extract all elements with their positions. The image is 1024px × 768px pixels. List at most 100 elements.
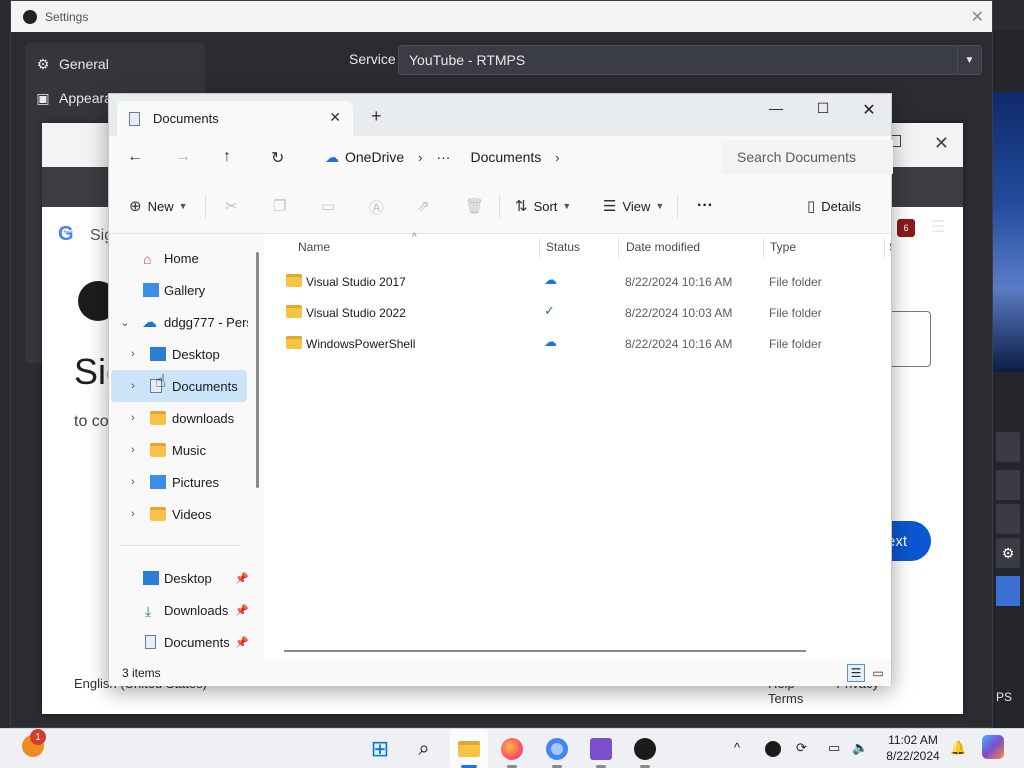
nav-videos[interactable]: › Videos (109, 498, 259, 530)
maximize-button[interactable]: ☐ (800, 100, 846, 117)
folder-icon (150, 443, 166, 457)
chevron-right-icon[interactable]: › (126, 380, 140, 392)
nav-home[interactable]: ⌂ Home (109, 242, 259, 274)
column-name[interactable]: Name (298, 240, 330, 254)
table-row[interactable]: Visual Studio 2017 ☁ 8/22/2024 10:16 AM … (274, 266, 884, 296)
breadcrumb[interactable]: ☁ OneDrive › ··· Documents › (311, 140, 713, 174)
chevron-right-icon[interactable]: › (126, 348, 140, 360)
tiles-view-icon[interactable]: ▭ (869, 664, 887, 682)
folder-icon (286, 305, 302, 318)
nav-downloads-folder[interactable]: › downloads (109, 402, 259, 434)
cut-button[interactable]: ✂ (225, 197, 244, 215)
forward-icon[interactable]: → (175, 148, 191, 166)
obs-settings-button[interactable]: ⚙ (996, 538, 1020, 568)
item-count: 3 items (122, 666, 161, 680)
breadcrumb-onedrive[interactable]: OneDrive (345, 149, 404, 165)
details-view-icon[interactable]: ☰ (847, 664, 865, 682)
view-button[interactable]: ☰ View ▼ (603, 197, 664, 215)
column-status[interactable]: Status (546, 240, 580, 254)
search-input[interactable]: Search Documents (721, 140, 893, 174)
chevron-right-icon[interactable]: › (126, 444, 140, 456)
table-row[interactable]: WindowsPowerShell ☁ 8/22/2024 10:16 AM F… (274, 328, 884, 358)
sync-icon[interactable]: ⟳ (796, 740, 807, 756)
settings-nav-general[interactable]: ⚙ General (35, 49, 109, 79)
settings-close-button[interactable]: ✕ (971, 7, 984, 27)
obs-taskbar-icon[interactable] (631, 735, 659, 763)
nav-pictures[interactable]: › Pictures (109, 466, 259, 498)
share-button[interactable]: ⇗ (417, 197, 436, 215)
table-row[interactable]: Visual Studio 2022 ✓ 8/22/2024 10:03 AM … (274, 297, 884, 327)
network-icon[interactable]: ▭ (828, 740, 840, 756)
details-button[interactable]: ▯ Details (807, 197, 861, 215)
column-type[interactable]: Type (770, 240, 796, 254)
breadcrumb-documents[interactable]: Documents (470, 149, 541, 165)
terms-link[interactable]: Terms (768, 691, 803, 706)
new-tab-button[interactable]: + (371, 106, 382, 127)
nav-onedrive[interactable]: ⌄ ☁ ddgg777 - Perso (109, 306, 259, 338)
close-button[interactable]: ✕ (846, 100, 892, 120)
nav-music[interactable]: › Music (109, 434, 259, 466)
extension-icon[interactable]: 6 (897, 219, 915, 237)
start-windows-icon[interactable]: ⊞ (366, 735, 394, 763)
obs-dock-button[interactable] (996, 432, 1020, 462)
clock[interactable]: 11:02 AM 8/22/2024 (884, 732, 942, 764)
column-size[interactable]: S (889, 240, 891, 254)
folder-icon (458, 741, 480, 757)
browser-close-button[interactable]: ✕ (934, 133, 949, 154)
quick-access-desktop[interactable]: Desktop 📌 (109, 562, 259, 594)
scissors-icon: ✂ (225, 198, 238, 215)
nav-desktop[interactable]: › Desktop (109, 338, 259, 370)
back-icon[interactable]: ← (127, 148, 143, 166)
column-divider[interactable] (763, 238, 764, 258)
divider (499, 196, 500, 218)
chevron-right-icon[interactable]: › (418, 150, 422, 165)
chevron-right-icon[interactable]: › (126, 412, 140, 424)
obs-tray-icon[interactable] (765, 741, 781, 757)
onedrive-icon: ☁ (142, 314, 157, 331)
extension-badge: 6 (903, 223, 909, 233)
more-options-button[interactable]: ··· (697, 197, 713, 215)
chevron-right-icon[interactable]: › (126, 476, 140, 488)
minimize-button[interactable]: — (753, 100, 799, 116)
search-icon[interactable]: ⌕ (410, 735, 438, 763)
up-icon[interactable]: ↑ (223, 148, 231, 166)
close-icon[interactable]: ✕ (329, 109, 341, 126)
paste-button[interactable]: ▭ (321, 197, 341, 215)
obs-active-dock-button[interactable] (996, 576, 1020, 606)
file-explorer-taskbar-icon[interactable] (455, 735, 483, 763)
service-select[interactable]: YouTube - RTMPS ▼ (398, 45, 982, 75)
chevron-right-icon[interactable]: › (555, 150, 559, 165)
chrome-taskbar-icon[interactable] (543, 735, 571, 763)
chevron-down-icon[interactable]: ⌄ (118, 316, 132, 329)
volume-icon[interactable]: 🔈 (852, 740, 868, 756)
column-date-modified[interactable]: Date modified (626, 240, 700, 254)
chevron-up-icon[interactable]: ^ (734, 740, 740, 755)
new-button[interactable]: ⊕ New ▼ (129, 197, 188, 215)
onedrive-icon: ☁ (325, 148, 339, 165)
column-divider[interactable] (539, 238, 540, 258)
rename-icon: Ⓐ (369, 200, 385, 217)
column-divider[interactable] (618, 238, 619, 258)
quick-access-downloads[interactable]: ⤓ Downloads 📌 (109, 594, 259, 626)
breadcrumb-ellipsis[interactable]: ··· (436, 149, 450, 165)
nav-documents[interactable]: › Documents (111, 370, 247, 402)
tab-documents[interactable]: Documents ✕ (117, 101, 353, 136)
sort-button[interactable]: ⇅ Sort ▼ (515, 197, 571, 215)
chevron-right-icon[interactable]: › (126, 508, 140, 520)
menu-icon[interactable]: ☰ (931, 220, 945, 236)
firefox-taskbar-icon[interactable] (498, 735, 526, 763)
nav-scrollbar[interactable] (256, 252, 259, 488)
obs-dock-button[interactable] (996, 470, 1020, 500)
column-divider[interactable] (884, 238, 885, 258)
rename-button[interactable]: Ⓐ (369, 197, 390, 218)
copilot-icon[interactable] (982, 735, 1004, 759)
copy-button[interactable]: ❐ (273, 197, 292, 215)
nav-gallery[interactable]: Gallery (109, 274, 259, 306)
refresh-icon[interactable]: ↻ (271, 148, 284, 168)
delete-button[interactable]: 🗑 (465, 197, 490, 215)
obs-dock-button[interactable] (996, 504, 1020, 534)
quick-access-documents[interactable]: Documents 📌 (109, 626, 259, 658)
notification-bell-icon[interactable]: 🔔 (950, 740, 966, 756)
horizontal-scrollbar[interactable] (284, 650, 806, 652)
visual-studio-taskbar-icon[interactable] (587, 735, 615, 763)
